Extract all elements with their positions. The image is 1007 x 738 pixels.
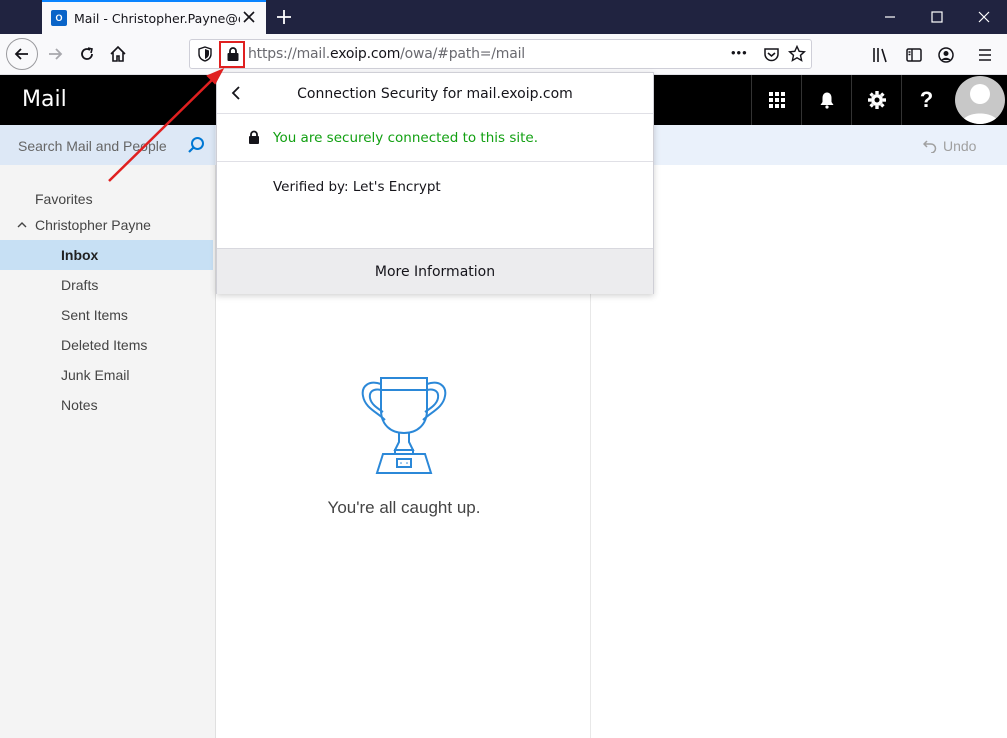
lock-icon — [249, 130, 259, 144]
folder-label: Junk Email — [61, 367, 130, 383]
folder-label: Inbox — [61, 247, 99, 263]
settings-button[interactable] — [851, 75, 901, 125]
url-host: exoip.com — [330, 46, 401, 62]
folder-label: Drafts — [61, 277, 99, 293]
search-icon[interactable] — [187, 136, 205, 154]
window-minimize-button[interactable] — [868, 0, 912, 34]
popup-title: Connection Security for mail.exoip.com — [297, 86, 573, 102]
minimize-icon — [885, 16, 895, 18]
address-bar[interactable]: https://mail.exoip.com/owa/#path=/mail •… — [189, 39, 812, 69]
undo-button[interactable]: Undo — [923, 138, 976, 154]
search-box[interactable]: Search Mail and People — [0, 125, 215, 165]
sidebar-item-deleted-items[interactable]: Deleted Items — [0, 330, 213, 360]
forward-button[interactable] — [40, 39, 70, 69]
account-folder-group[interactable]: Christopher Payne — [0, 210, 213, 240]
secure-status-text: You are securely connected to this site. — [273, 130, 539, 146]
folder-label: Deleted Items — [61, 337, 148, 353]
url-prefix: https://mail. — [248, 46, 331, 62]
browser-tab-bar: O Mail - Christopher.Payne@exoip.com — [0, 0, 1007, 34]
new-tab-icon[interactable] — [274, 7, 294, 27]
app-title[interactable]: Mail — [22, 87, 67, 112]
secure-connection-row: You are securely connected to this site. — [217, 114, 653, 162]
help-icon: ? — [919, 87, 934, 112]
back-button[interactable] — [6, 38, 38, 70]
app-launcher-button[interactable] — [751, 75, 801, 125]
undo-icon — [923, 140, 937, 153]
connection-security-popup: Connection Security for mail.exoip.com Y… — [216, 72, 654, 294]
more-information-button[interactable]: More Information — [217, 248, 653, 294]
trophy-icon — [361, 377, 447, 474]
tab-title: Mail - Christopher.Payne@exoip.com — [74, 10, 240, 26]
gear-icon — [867, 91, 886, 109]
sidebar-item-inbox[interactable]: Inbox — [0, 240, 213, 270]
verified-by-text: Verified by: Let's Encrypt — [273, 179, 441, 195]
lock-highlight-box — [219, 41, 245, 68]
waffle-grid-icon — [768, 92, 785, 108]
user-silhouette-icon — [961, 84, 999, 124]
sidebar-item-notes[interactable]: Notes — [0, 390, 213, 420]
home-icon — [110, 45, 126, 62]
reload-button[interactable] — [72, 39, 102, 69]
search-input[interactable]: Search Mail and People — [18, 138, 167, 154]
browser-nav-bar: https://mail.exoip.com/owa/#path=/mail •… — [0, 34, 1007, 75]
tab-close-icon[interactable] — [242, 10, 256, 24]
url-text[interactable]: https://mail.exoip.com/owa/#path=/mail — [248, 46, 525, 62]
favorites-label: Favorites — [35, 191, 93, 207]
browser-tab[interactable]: O Mail - Christopher.Payne@exoip.com — [42, 0, 266, 34]
bell-icon — [820, 92, 833, 109]
window-close-button[interactable] — [962, 0, 1006, 34]
page-actions-menu-icon[interactable]: ••• — [731, 45, 748, 60]
popup-header: Connection Security for mail.exoip.com — [217, 73, 653, 114]
avatar[interactable] — [955, 76, 1005, 124]
reload-icon — [81, 47, 93, 60]
library-icon[interactable] — [872, 46, 890, 64]
arrow-right-icon — [49, 48, 63, 60]
arrow-left-icon — [14, 48, 28, 60]
sidebar-item-sent-items[interactable]: Sent Items — [0, 300, 213, 330]
sidebar-item-junk-email[interactable]: Junk Email — [0, 360, 213, 390]
account-label: Christopher Payne — [35, 217, 151, 233]
sidebar-toggle-icon[interactable] — [905, 46, 923, 64]
notifications-button[interactable] — [801, 75, 851, 125]
chevron-up-icon[interactable] — [16, 219, 28, 231]
pocket-icon[interactable] — [763, 46, 780, 63]
folder-pane: Favorites Christopher Payne Inbox Drafts… — [0, 165, 215, 738]
folder-label: Sent Items — [61, 307, 128, 323]
window-maximize-button[interactable] — [915, 0, 959, 34]
close-icon — [978, 11, 990, 23]
empty-state-text: You're all caught up. — [327, 498, 481, 517]
url-path: /owa/#path=/mail — [400, 46, 525, 62]
home-button[interactable] — [103, 39, 133, 69]
help-button[interactable]: ? — [901, 75, 951, 125]
account-icon[interactable] — [937, 46, 955, 64]
bookmark-star-icon[interactable] — [788, 45, 806, 63]
sidebar-item-drafts[interactable]: Drafts — [0, 270, 213, 300]
tracking-shield-icon[interactable] — [197, 46, 213, 62]
outlook-favicon-icon: O — [51, 10, 67, 26]
undo-label: Undo — [943, 138, 977, 154]
maximize-icon — [931, 11, 943, 23]
folder-label: Notes — [61, 397, 98, 413]
hamburger-menu-icon[interactable] — [977, 47, 993, 63]
